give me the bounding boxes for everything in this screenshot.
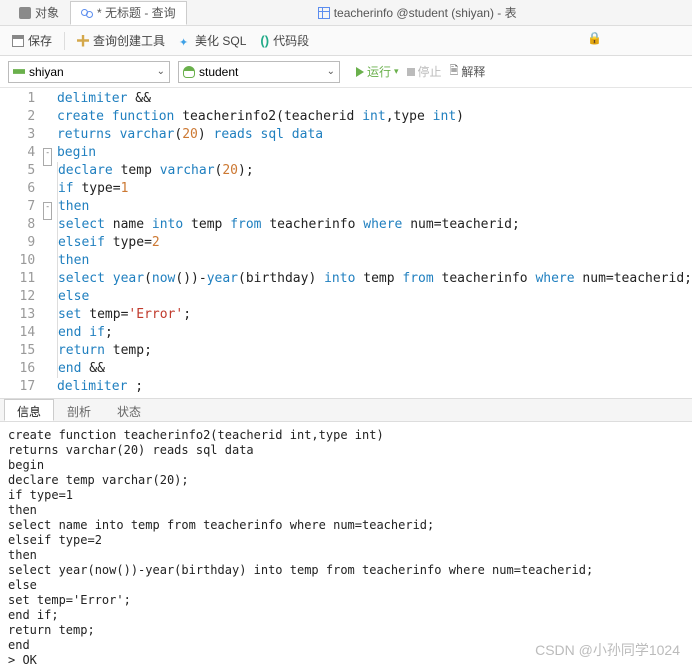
fold-column[interactable]: -- (43, 88, 55, 398)
explain-icon: 🗎 (450, 62, 459, 81)
objects-icon (19, 7, 31, 19)
database-icon (183, 66, 195, 78)
run-controls: 运行 ▾ 停止 🗎 解释 (356, 62, 485, 81)
result-tabs: 信息 剖析 状态 (0, 398, 692, 422)
button-label: 停止 (418, 63, 442, 80)
tab-status[interactable]: 状态 (104, 399, 154, 421)
connection-value: shiyan (29, 65, 64, 79)
tab-query[interactable]: * 无标题 - 查询 (70, 1, 187, 25)
chevron-down-icon: ⌄ (327, 66, 335, 77)
explain-button[interactable]: 🗎 解释 (450, 62, 486, 81)
code-icon: () (260, 33, 269, 48)
run-button[interactable]: 运行 ▾ (356, 63, 399, 80)
lock-icon: 🔒 (587, 31, 602, 45)
stop-icon (407, 68, 415, 76)
button-label: 解释 (461, 63, 485, 80)
save-button[interactable]: 保存 (8, 30, 56, 51)
tab-table[interactable]: teacherinfo @student (shiyan) - 表 (307, 1, 528, 25)
connection-icon (13, 66, 25, 78)
code-area[interactable]: delimiter &&create function teacherinfo2… (55, 88, 692, 398)
play-icon (356, 67, 364, 77)
button-label: 查询创建工具 (93, 32, 165, 49)
save-icon (12, 35, 24, 47)
watermark: CSDN @小孙同学1024 (535, 640, 680, 660)
code-snippet-button[interactable]: () 代码段 (256, 30, 313, 51)
button-label: 代码段 (273, 32, 309, 49)
tab-label: * 无标题 - 查询 (97, 4, 176, 21)
database-value: student (199, 65, 238, 79)
line-numbers: 1234567891011121314151617 (0, 88, 43, 398)
database-select[interactable]: student ⌄ (178, 61, 340, 83)
output-panel[interactable]: create function teacherinfo2(teacherid i… (0, 422, 692, 666)
tab-profile[interactable]: 剖析 (54, 399, 104, 421)
button-label: 美化 SQL (195, 32, 246, 49)
beautify-sql-button[interactable]: 美化 SQL (175, 30, 250, 51)
query-builder-button[interactable]: 查询创建工具 (73, 30, 169, 51)
beautify-icon (179, 35, 191, 47)
chevron-down-icon: ▾ (394, 66, 399, 77)
button-label: 运行 (367, 63, 391, 80)
chevron-down-icon: ⌄ (157, 66, 165, 77)
sql-editor[interactable]: 1234567891011121314151617 -- delimiter &… (0, 88, 692, 398)
connection-bar: shiyan ⌄ student ⌄ 运行 ▾ 停止 🗎 解释 (0, 56, 692, 88)
tab-objects[interactable]: 对象 (8, 1, 70, 25)
tab-label: teacherinfo @student (shiyan) - 表 (334, 4, 517, 21)
tab-info[interactable]: 信息 (4, 399, 54, 421)
document-tabs: 对象 * 无标题 - 查询 teacherinfo @student (shiy… (0, 0, 692, 26)
button-label: 保存 (28, 32, 52, 49)
separator (64, 32, 65, 50)
stop-button: 停止 (407, 63, 442, 80)
tool-icon (77, 35, 89, 47)
table-icon (318, 7, 330, 19)
connection-select[interactable]: shiyan ⌄ (8, 61, 170, 83)
query-icon (81, 7, 93, 19)
tab-label: 对象 (35, 4, 59, 21)
